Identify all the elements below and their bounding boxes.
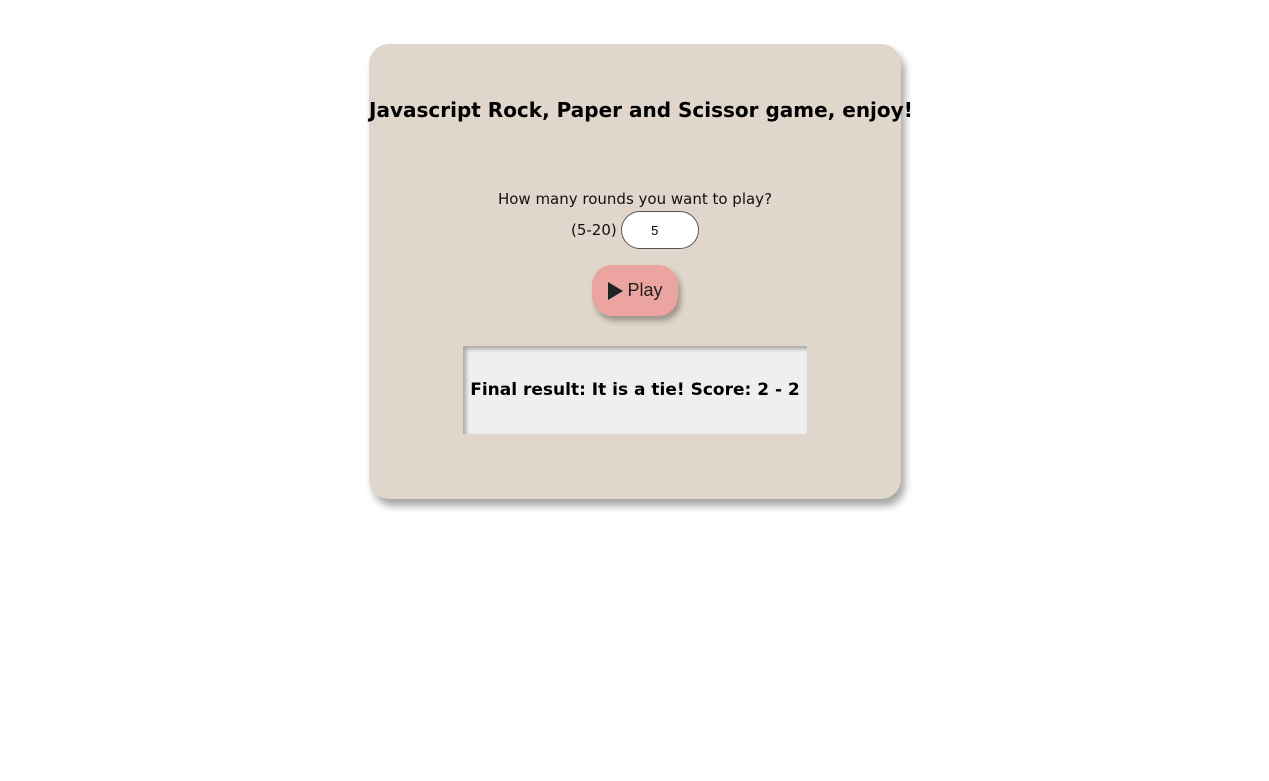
play-icon — [607, 281, 624, 300]
rounds-row: (5-20) — [571, 211, 699, 249]
page-title: Javascript Rock, Paper and Scissor game,… — [369, 98, 913, 122]
result-text: Final result: It is a tie! Score: 2 - 2 — [470, 380, 800, 400]
play-button[interactable]: Play — [592, 265, 678, 316]
result-box: Final result: It is a tie! Score: 2 - 2 — [463, 346, 807, 434]
game-card: Javascript Rock, Paper and Scissor game,… — [369, 44, 913, 499]
rounds-input[interactable] — [620, 211, 699, 249]
play-button-label: Play — [627, 280, 663, 300]
rounds-question: How many rounds you want to play? — [497, 190, 773, 208]
rounds-range-label: (5-20) — [571, 221, 617, 239]
